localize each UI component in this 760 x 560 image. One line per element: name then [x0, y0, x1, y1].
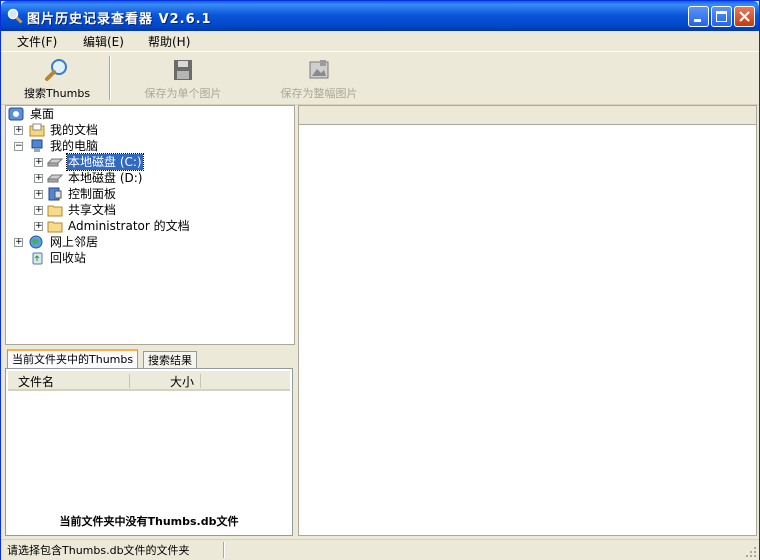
- list-header: 文件名 大小: [8, 371, 290, 391]
- main-window: 图片历史记录查看器 V2.6.1 文件(F) 编辑(E) 帮助(H) 搜索Thu…: [0, 0, 760, 560]
- window-title: 图片历史记录查看器 V2.6.1: [27, 12, 212, 27]
- expand-plus-icon[interactable]: +: [34, 222, 43, 231]
- column-divider[interactable]: [129, 374, 130, 388]
- minimize-icon: [694, 19, 701, 22]
- save-whole-image-button[interactable]: 保存为整幅图片: [273, 56, 365, 100]
- image-preview-pane[interactable]: [298, 105, 757, 536]
- documents-folder-icon: [29, 123, 45, 137]
- expand-plus-icon[interactable]: +: [14, 238, 23, 247]
- tree-label-shared-docs: 共享文档: [68, 203, 117, 217]
- expand-plus-icon[interactable]: +: [14, 126, 23, 135]
- expand-plus-icon[interactable]: +: [34, 190, 43, 199]
- column-header-size[interactable]: 大小: [170, 373, 194, 390]
- tree-label-drive-c: 本地磁盘 (C:): [66, 153, 144, 171]
- search-icon: [45, 59, 67, 81]
- column-divider[interactable]: [200, 374, 201, 388]
- maximize-button[interactable]: [711, 6, 732, 27]
- folder-icon: [47, 221, 63, 233]
- toolbar-separator: [109, 56, 111, 100]
- collapse-minus-icon[interactable]: −: [14, 142, 23, 151]
- tab-current-folder-thumbs[interactable]: 当前文件夹中的Thumbs: [7, 349, 139, 370]
- expand-plus-icon[interactable]: +: [34, 174, 43, 183]
- column-header-filename[interactable]: 文件名: [18, 373, 54, 390]
- save-single-label: 保存为单个图片: [144, 87, 222, 100]
- expand-plus-icon[interactable]: +: [34, 206, 43, 215]
- maximize-icon: [716, 11, 727, 22]
- preview-header: [299, 106, 756, 125]
- tree-label-my-documents: 我的文档: [50, 123, 99, 137]
- recycle-bin-icon: [32, 252, 43, 265]
- close-button[interactable]: [734, 6, 755, 27]
- tab-strip: 当前文件夹中的Thumbs 搜索结果: [5, 349, 295, 370]
- search-thumbs-button[interactable]: 搜索Thumbs: [23, 56, 91, 100]
- desktop-icon: [8, 107, 24, 121]
- folder-tree[interactable]: 桌面 + 我的文档 − 我的电脑 + 本地磁盘 (C:) + 本地磁盘 (D:)…: [5, 105, 295, 345]
- tree-label-recycle-bin: 回收站: [50, 251, 87, 265]
- tree-label-admin-docs: Administrator 的文档: [68, 219, 190, 233]
- menu-edit[interactable]: 编辑(E): [83, 33, 124, 50]
- thumbs-file-list[interactable]: 文件名 大小 当前文件夹中没有Thumbs.db文件: [5, 368, 293, 536]
- tree-label-desktop: 桌面: [30, 107, 55, 121]
- tab-search-results[interactable]: 搜索结果: [143, 351, 197, 369]
- toolbar: 搜索Thumbs 保存为单个图片 保存为整幅图片: [1, 52, 759, 105]
- title-bar[interactable]: 图片历史记录查看器 V2.6.1: [1, 1, 759, 31]
- magnifier-app-icon: [7, 8, 23, 24]
- floppy-disk-icon: [174, 60, 192, 80]
- control-panel-icon: [48, 187, 62, 201]
- status-message: 请选择包含Thumbs.db文件的文件夹: [7, 544, 190, 557]
- search-thumbs-label: 搜索Thumbs: [23, 87, 91, 100]
- menu-help[interactable]: 帮助(H): [148, 33, 190, 50]
- picture-save-icon: [309, 60, 329, 79]
- tree-label-network: 网上邻居: [50, 235, 99, 249]
- computer-icon: [31, 139, 43, 152]
- status-separator: [223, 542, 225, 558]
- minimize-button[interactable]: [688, 6, 709, 27]
- expand-plus-icon[interactable]: +: [34, 158, 43, 167]
- status-bar: 请选择包含Thumbs.db文件的文件夹: [1, 539, 759, 560]
- save-single-image-button[interactable]: 保存为单个图片: [137, 56, 229, 100]
- resize-grip-icon[interactable]: [745, 546, 757, 558]
- menu-file[interactable]: 文件(F): [17, 33, 57, 50]
- hard-drive-icon: [47, 174, 63, 183]
- close-icon: [739, 11, 750, 22]
- empty-list-message: 当前文件夹中没有Thumbs.db文件: [59, 515, 239, 528]
- folder-icon: [47, 205, 63, 217]
- tree-label-drive-d: 本地磁盘 (D:): [68, 171, 143, 185]
- save-whole-label: 保存为整幅图片: [280, 87, 358, 100]
- tree-label-my-computer: 我的电脑: [50, 139, 99, 153]
- network-globe-icon: [29, 235, 43, 249]
- tree-label-control-panel: 控制面板: [68, 187, 117, 201]
- hard-drive-icon: [47, 158, 63, 167]
- menu-bar: 文件(F) 编辑(E) 帮助(H): [1, 31, 759, 52]
